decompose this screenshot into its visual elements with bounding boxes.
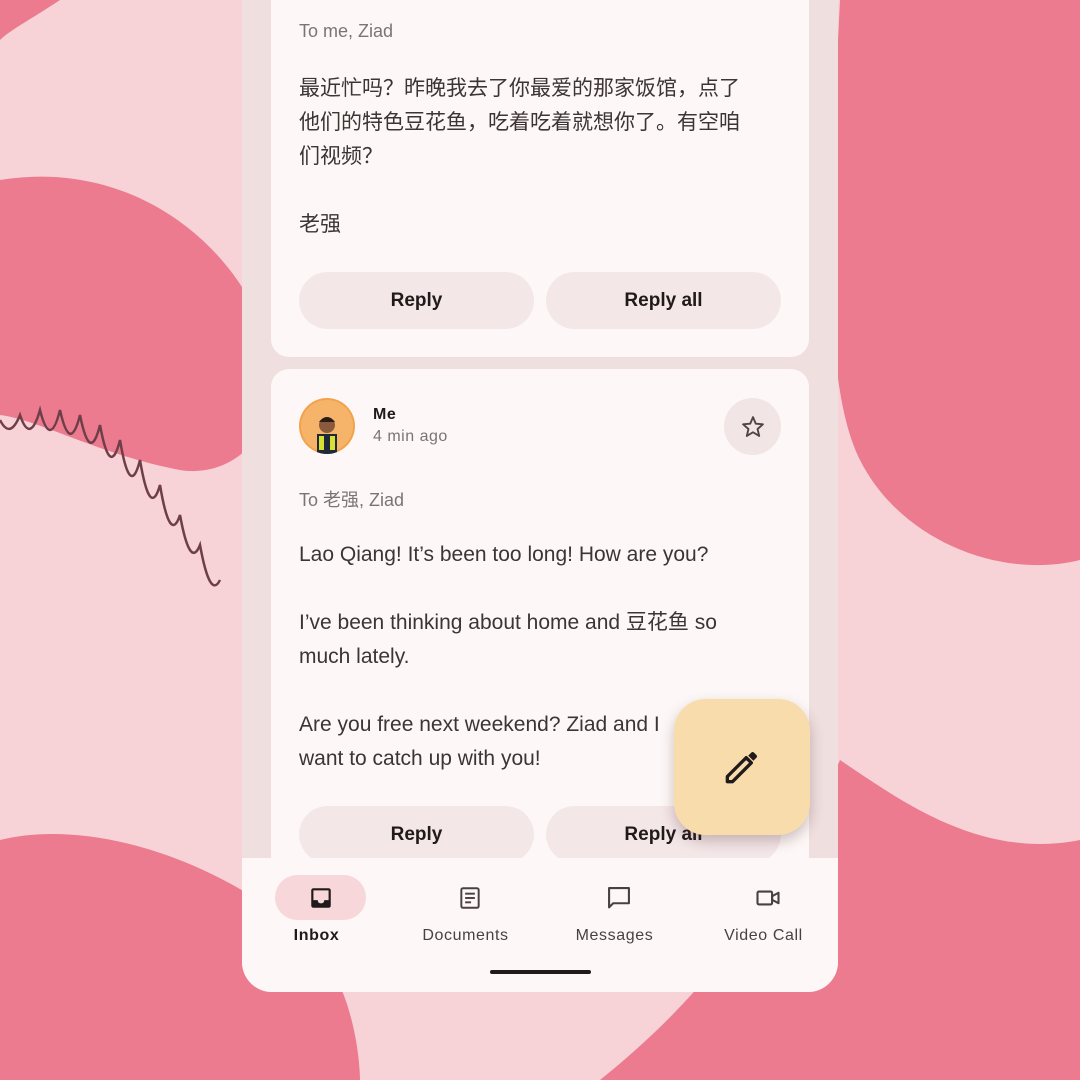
message-card: To me, Ziad 最近忙吗？昨晚我去了你最爱的那家饭馆，点了 他们的特色豆…	[271, 0, 809, 357]
avatar[interactable]	[299, 398, 355, 454]
message-timestamp: 4 min ago	[373, 428, 448, 445]
bottom-navigation: Inbox Documents Messages Video Call	[242, 858, 838, 992]
nav-icon-container	[722, 875, 813, 920]
nav-label: Messages	[575, 927, 654, 944]
reply-button[interactable]: Reply	[299, 272, 534, 329]
pencil-icon	[725, 751, 758, 784]
nav-item-documents[interactable]: Documents	[391, 858, 540, 958]
message-thread[interactable]: To me, Ziad 最近忙吗？昨晚我去了你最爱的那家饭馆，点了 他们的特色豆…	[242, 0, 838, 858]
nav-item-messages[interactable]: Messages	[540, 858, 689, 958]
nav-item-video-call[interactable]: Video Call	[689, 858, 838, 958]
message-body: 最近忙吗？昨晚我去了你最爱的那家饭馆，点了 他们的特色豆花鱼，吃着吃着就想你了。…	[299, 77, 740, 236]
inbox-icon	[310, 887, 331, 908]
star-outline-icon	[741, 415, 764, 437]
nav-label: Inbox	[293, 927, 340, 944]
reply-all-button[interactable]: Reply all	[546, 272, 781, 329]
nav-icon-container	[573, 875, 664, 920]
nav-item-inbox[interactable]: Inbox	[242, 858, 391, 958]
compose-button[interactable]	[674, 699, 810, 835]
nav-label: Documents	[422, 927, 509, 944]
avatar-photo-icon	[299, 398, 355, 454]
nav-icon-container	[424, 875, 515, 920]
phone-screen: To me, Ziad 最近忙吗？昨晚我去了你最爱的那家饭馆，点了 他们的特色豆…	[242, 0, 838, 992]
sender-name: Me	[373, 406, 397, 423]
document-icon	[459, 886, 480, 909]
message-recipients: To me, Ziad	[299, 21, 394, 41]
message-recipients: To 老强, Ziad	[299, 490, 405, 510]
video-icon	[755, 890, 780, 905]
home-indicator[interactable]	[490, 970, 591, 974]
star-button[interactable]	[724, 398, 781, 455]
reply-button[interactable]: Reply	[299, 806, 534, 858]
nav-active-indicator	[275, 875, 366, 920]
chat-icon	[607, 886, 630, 908]
nav-label: Video Call	[724, 927, 803, 944]
